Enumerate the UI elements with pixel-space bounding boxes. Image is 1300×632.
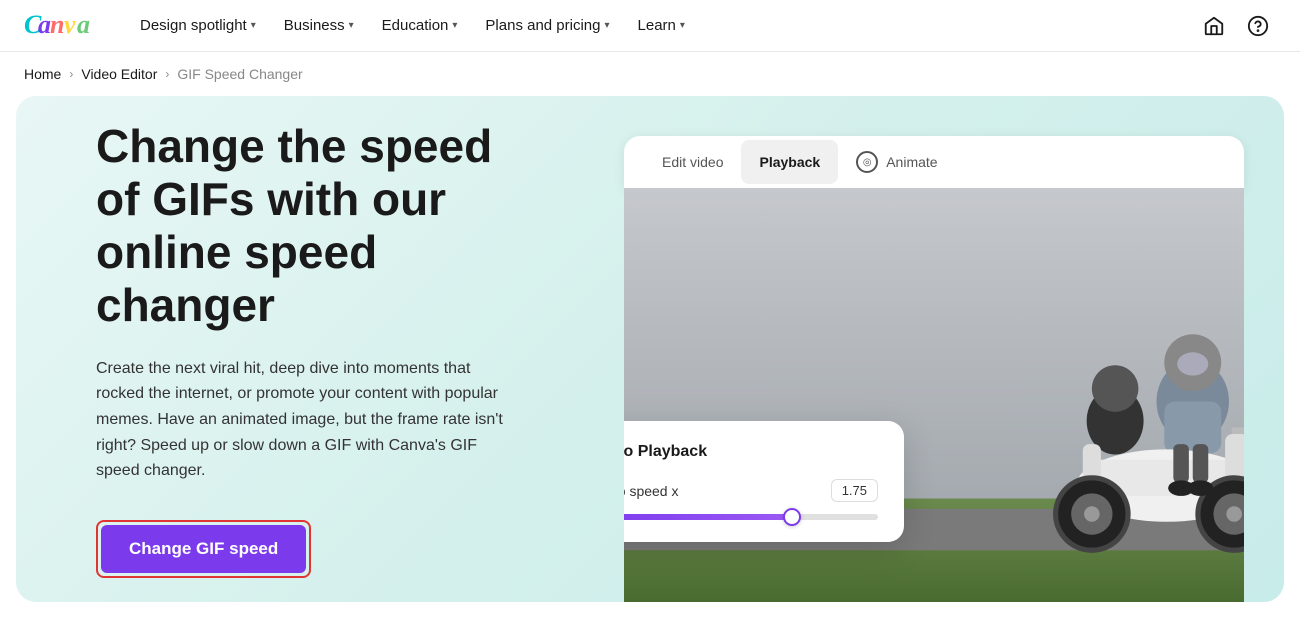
hero-section: Change the speed of GIFs with our online… — [16, 96, 1284, 602]
breadcrumb-sep-1: › — [69, 67, 73, 81]
home-icon-button[interactable] — [1196, 8, 1232, 44]
hero-content: Change the speed of GIFs with our online… — [16, 96, 596, 602]
speed-slider[interactable] — [624, 514, 878, 520]
nav-learn[interactable]: Learn ▾ — [626, 9, 697, 42]
chevron-down-icon: ▾ — [452, 20, 457, 31]
nav-icons — [1196, 8, 1276, 44]
chevron-down-icon: ▾ — [349, 20, 354, 31]
nav-plans-pricing[interactable]: Plans and pricing ▾ — [473, 9, 621, 42]
nav-education[interactable]: Education ▾ — [370, 9, 470, 42]
nav-business[interactable]: Business ▾ — [272, 9, 366, 42]
playback-panel: Video Playback Video speed x 1.75 — [624, 421, 904, 542]
animate-icon: ◎ — [856, 151, 878, 173]
help-icon-button[interactable] — [1240, 8, 1276, 44]
hero-ui-demo: Edit video Playback ◎ Animate — [584, 96, 1284, 602]
breadcrumb-current: GIF Speed Changer — [177, 66, 302, 82]
nav-links: Design spotlight ▾ Business ▾ Education … — [128, 9, 1196, 42]
speed-label: Video speed x — [624, 483, 678, 499]
tab-animate[interactable]: ◎ Animate — [838, 137, 955, 187]
canva-logo[interactable]: C a n v a — [24, 9, 96, 42]
svg-text:a: a — [77, 10, 90, 37]
svg-text:v: v — [64, 10, 76, 37]
slider-thumb[interactable] — [783, 508, 801, 526]
cta-wrapper: Change GIF speed — [96, 520, 311, 578]
tab-playback[interactable]: Playback — [741, 140, 838, 184]
breadcrumb-sep-2: › — [165, 67, 169, 81]
tab-edit-video[interactable]: Edit video — [644, 140, 741, 184]
slider-fill — [624, 514, 792, 520]
playback-panel-title: Video Playback — [624, 443, 878, 461]
hero-description: Create the next viral hit, deep dive int… — [96, 356, 516, 484]
chevron-down-icon: ▾ — [680, 20, 685, 31]
chevron-down-icon: ▾ — [251, 20, 256, 31]
video-preview-area: Video Playback Video speed x 1.75 — [624, 188, 1244, 602]
change-gif-speed-button[interactable]: Change GIF speed — [101, 525, 306, 573]
hero-title: Change the speed of GIFs with our online… — [96, 120, 516, 332]
speed-row: Video speed x 1.75 — [624, 479, 878, 502]
breadcrumb-video-editor[interactable]: Video Editor — [81, 66, 157, 82]
ui-tabs: Edit video Playback ◎ Animate — [624, 136, 1244, 188]
svg-text:n: n — [50, 10, 64, 37]
chevron-down-icon: ▾ — [605, 20, 610, 31]
main-nav: C a n v a Design spotlight ▾ Business ▾ … — [0, 0, 1300, 52]
speed-value: 1.75 — [831, 479, 878, 502]
breadcrumb-home[interactable]: Home — [24, 66, 61, 82]
breadcrumb: Home › Video Editor › GIF Speed Changer — [0, 52, 1300, 96]
nav-design-spotlight[interactable]: Design spotlight ▾ — [128, 9, 268, 42]
